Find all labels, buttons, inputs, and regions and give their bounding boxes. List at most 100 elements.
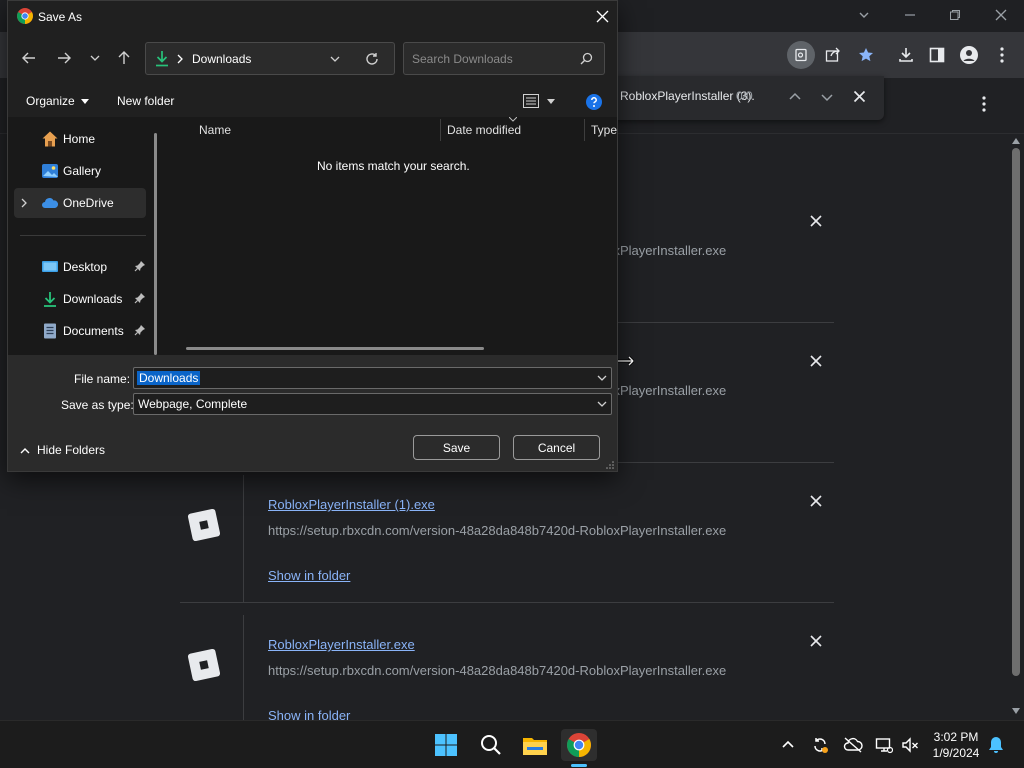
save-button[interactable]: Save [413, 435, 500, 460]
search-input[interactable] [412, 50, 572, 68]
current-location[interactable]: Downloads [192, 52, 251, 66]
nav-item-desktop[interactable]: Desktop [14, 252, 146, 282]
up-arrow-icon[interactable] [113, 47, 135, 69]
gallery-icon [41, 162, 59, 180]
side-panel-icon[interactable] [923, 41, 951, 69]
show-in-folder-link[interactable]: Show in folder [268, 568, 350, 583]
remove-download-icon[interactable] [810, 495, 826, 511]
volume-muted-icon[interactable] [901, 736, 919, 754]
download-item: RobloxPlayerInstaller (1).exe https://se… [180, 475, 834, 603]
minimize-icon[interactable] [896, 4, 924, 26]
address-dropdown-icon[interactable] [330, 55, 340, 63]
system-clock[interactable]: 3:02 PM 1/9/2024 [924, 729, 988, 761]
column-separator[interactable] [584, 119, 585, 141]
dialog-titlebar: Save As [8, 1, 617, 33]
close-window-icon[interactable] [987, 4, 1015, 26]
download-url: https://setup.rbxcdn.com/version-48a28da… [268, 663, 727, 678]
column-header-date-modified[interactable]: Date modified [447, 123, 521, 137]
back-arrow-icon[interactable] [18, 47, 40, 69]
column-separator[interactable] [440, 119, 441, 141]
file-explorer-icon[interactable] [517, 729, 553, 761]
desktop-icon [41, 258, 59, 276]
remove-download-icon[interactable] [810, 635, 826, 651]
restore-icon[interactable] [941, 4, 969, 26]
download-file-name[interactable]: RobloxPlayerInstaller.exe [268, 637, 415, 652]
remove-download-icon[interactable] [810, 215, 826, 231]
find-next-icon[interactable] [820, 90, 834, 104]
onedrive-status-icon[interactable] [843, 736, 863, 754]
taskbar-search-icon[interactable] [473, 729, 509, 761]
find-previous-icon[interactable] [788, 90, 802, 104]
save-type-select[interactable]: Webpage, Complete [133, 393, 612, 415]
pin-icon [134, 292, 146, 304]
column-header-type[interactable]: Type [591, 123, 617, 137]
help-icon[interactable] [586, 94, 602, 110]
save-type-dropdown-icon[interactable] [597, 399, 607, 409]
nav-item-downloads[interactable]: Downloads [14, 284, 146, 314]
recent-locations-chevron-icon[interactable] [84, 47, 106, 69]
notification-bell-icon[interactable] [988, 736, 1006, 754]
show-hidden-icons-chevron-icon[interactable] [779, 736, 797, 754]
tab-search-icon[interactable] [850, 4, 878, 26]
file-name-label: File name: [74, 372, 131, 386]
profile-avatar-icon[interactable] [955, 41, 983, 69]
command-bar: Organize New folder [8, 85, 617, 117]
expand-chevron-icon[interactable] [21, 198, 27, 208]
nav-item-gallery[interactable]: Gallery [14, 156, 146, 186]
view-options-button[interactable] [523, 94, 555, 108]
file-name-dropdown-icon[interactable] [597, 373, 607, 383]
page-scrollbar[interactable] [1008, 134, 1024, 720]
downloads-icon[interactable] [892, 41, 920, 69]
active-app-indicator [571, 764, 587, 767]
clock-time: 3:02 PM [933, 730, 979, 744]
resize-grip-icon[interactable] [606, 461, 614, 469]
hide-folders-button[interactable]: Hide Folders [20, 443, 105, 457]
organize-button[interactable]: Organize [26, 94, 89, 108]
details-view-icon [523, 94, 539, 108]
roblox-logo-icon [187, 648, 221, 682]
scroll-down-icon[interactable] [1012, 708, 1020, 714]
nav-item-home[interactable]: Home [14, 124, 146, 154]
forward-arrow-icon[interactable] [53, 47, 75, 69]
nav-divider [20, 235, 146, 236]
refresh-icon[interactable] [365, 52, 379, 66]
sync-status-icon[interactable] [811, 736, 829, 754]
remove-download-icon[interactable] [810, 355, 826, 371]
save-as-dialog: Save As Downloads Search Downloads Organ… [7, 0, 618, 472]
scroll-up-icon[interactable] [1012, 138, 1020, 144]
find-close-icon[interactable] [853, 90, 866, 103]
search-icon[interactable] [580, 52, 593, 65]
share-icon[interactable] [819, 41, 847, 69]
nav-item-documents[interactable]: Documents [14, 316, 146, 346]
column-header-name[interactable]: Name [199, 123, 231, 137]
download-file-name[interactable]: RobloxPlayerInstaller (1).exe [268, 497, 435, 512]
page-scrollbar-thumb[interactable] [1012, 148, 1020, 676]
bookmark-star-icon[interactable] [852, 41, 880, 69]
download-url: https://setup.rbxcdn.com/version-48a28da… [268, 523, 727, 538]
file-name-field[interactable]: Downloads [133, 367, 612, 389]
nav-item-label: Gallery [63, 164, 102, 178]
page-search-icon[interactable] [787, 41, 815, 69]
windows-taskbar: 3:02 PM 1/9/2024 [0, 720, 1024, 768]
nav-item-label: Desktop [63, 260, 108, 274]
documents-icon [41, 322, 59, 340]
dialog-close-icon[interactable] [596, 10, 609, 23]
start-windows-icon[interactable] [428, 729, 464, 761]
more-actions-icon[interactable] [982, 96, 986, 112]
nav-item-label: OneDrive [63, 196, 114, 210]
cancel-button[interactable]: Cancel [513, 435, 600, 460]
address-bar[interactable]: Downloads [145, 42, 395, 75]
network-icon[interactable] [875, 736, 893, 754]
dialog-body: Home Gallery OneDrive Desktop Downloads … [8, 117, 617, 355]
new-folder-button[interactable]: New folder [117, 94, 174, 108]
navigation-pane-scrollbar[interactable] [154, 133, 157, 355]
chrome-taskbar-icon[interactable] [561, 729, 597, 761]
menu-kebab-icon[interactable] [988, 41, 1016, 69]
nav-item-onedrive[interactable]: OneDrive [14, 188, 146, 218]
chevron-up-icon [20, 447, 30, 453]
navigation-pane: Home Gallery OneDrive Desktop Downloads … [8, 117, 164, 355]
nav-item-label: Documents [63, 324, 124, 338]
horizontal-scrollbar[interactable] [186, 347, 484, 350]
file-name-value[interactable]: Downloads [137, 371, 201, 385]
find-query[interactable]: RobloxPlayerInstaller (3). [620, 89, 755, 103]
